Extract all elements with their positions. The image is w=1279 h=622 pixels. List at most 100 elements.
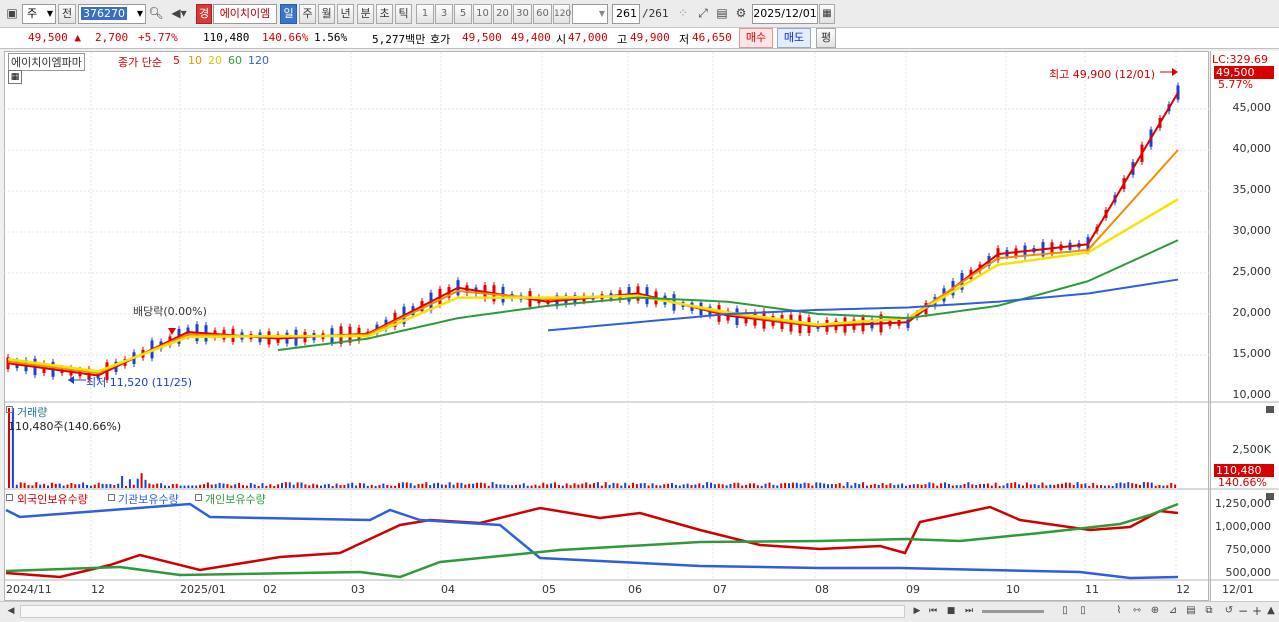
volume-bar (971, 484, 974, 488)
volume-bar (288, 482, 291, 488)
volume-bar (132, 484, 135, 488)
volume-bar (807, 483, 810, 488)
ma10-label[interactable]: 10 (188, 54, 202, 67)
volume-bar (651, 483, 654, 488)
volume-bar (331, 485, 334, 488)
legend-foreign[interactable]: 외국인보유수량 (17, 491, 88, 507)
volume-bar (327, 483, 330, 488)
volume-bar (362, 483, 365, 488)
volume-bar (725, 485, 728, 488)
volume-bar (928, 482, 931, 488)
x-tick: 10 (1006, 583, 1020, 596)
volume-bar (409, 483, 412, 488)
volume-bar (203, 484, 205, 488)
x-tick: 12 (1176, 583, 1190, 596)
volume-bar (526, 485, 529, 488)
volume-bar (1092, 482, 1095, 488)
volume-bar (468, 483, 471, 488)
measure-icon[interactable]: ⊿ (1164, 602, 1182, 622)
volume-bar (444, 484, 447, 488)
volume-bar (639, 483, 642, 488)
ma20-label[interactable]: 20 (208, 54, 222, 67)
split-icon[interactable]: ▯ (1074, 602, 1092, 622)
chart-icon[interactable]: ⌇ (1110, 602, 1128, 622)
volume-bar (1018, 484, 1021, 488)
volume-bar (694, 484, 697, 488)
volume-bar (1068, 482, 1071, 488)
volume-bar (967, 482, 970, 488)
volume-bar (745, 484, 748, 488)
scroll-left-icon[interactable]: ◀ (2, 602, 20, 622)
pane-toggle[interactable] (6, 406, 13, 413)
pan-icon[interactable]: ⇿ (1128, 602, 1146, 622)
volume-bar (1166, 485, 1169, 488)
volume-bar (920, 484, 923, 488)
volume-bar (429, 485, 432, 488)
volume-bar (179, 485, 182, 488)
pane-toggle[interactable] (6, 494, 13, 501)
table-icon[interactable]: ▦ (8, 70, 22, 84)
volume-bar (296, 482, 299, 488)
volume-bar (944, 482, 946, 488)
rewind-icon[interactable]: ⏮ (924, 602, 942, 622)
volume-bar (862, 482, 865, 488)
horizontal-scrollbar[interactable] (20, 605, 905, 618)
ma-line-5 (7, 92, 1179, 377)
volume-bar (386, 484, 389, 488)
pane-toggle[interactable] (108, 494, 115, 501)
volume-bar (659, 485, 662, 488)
ma120-label[interactable]: 120 (248, 54, 269, 67)
layout-icon[interactable]: ▯ (1056, 602, 1074, 622)
volume-bar (760, 485, 763, 488)
volume-bar (1100, 485, 1102, 488)
ma5-label[interactable]: 5 (173, 54, 180, 67)
volume-bar (749, 483, 751, 488)
volume-bar (717, 483, 720, 488)
volume-bar (706, 482, 709, 488)
volume-bar (1139, 484, 1141, 488)
ma-label[interactable]: 종가 단순 (118, 54, 162, 70)
legend-individual[interactable]: 개인보유수량 (205, 491, 266, 507)
volume-bar (323, 484, 326, 488)
volume-bar (437, 482, 439, 488)
right-end-icon[interactable]: ▲ (1262, 602, 1279, 622)
holding-y-tick: 750,000 (1225, 543, 1272, 556)
copy-icon[interactable]: ⧉ (1200, 602, 1218, 622)
volume-bar (156, 483, 159, 488)
volume-bar (125, 485, 127, 488)
volume-bar (476, 482, 478, 488)
ma60-label[interactable]: 60 (228, 54, 242, 67)
volume-bar (834, 484, 837, 488)
volume-bar (398, 483, 400, 488)
stock-name-label: 에이치이엠파마 (8, 53, 85, 71)
high-note: 최고 49,900 (12/01) (1049, 68, 1156, 81)
stop-icon[interactable]: ■ (942, 602, 960, 622)
volume-bar (756, 485, 759, 488)
pane-close-icon[interactable] (1266, 406, 1274, 413)
volume-bar (1107, 485, 1110, 488)
volume-bar (43, 483, 46, 488)
volume-bar (15, 484, 18, 488)
volume-bar (421, 483, 424, 488)
zoom-icon[interactable]: ⊕ (1146, 602, 1164, 622)
save-icon[interactable]: ▤ (1182, 602, 1200, 622)
volume-bar (284, 482, 287, 488)
volume-bar (542, 482, 545, 488)
volume-bar (175, 483, 178, 488)
x-tick: 05 (542, 583, 556, 596)
volume-bar (448, 482, 451, 488)
volume-bar (647, 485, 650, 488)
x-tick: 02 (263, 583, 277, 596)
volume-bar (998, 485, 1001, 488)
volume-bar (737, 482, 740, 488)
volume-bar (113, 485, 116, 488)
legend-institution[interactable]: 기관보유수량 (118, 491, 179, 507)
volume-bar (1025, 482, 1028, 488)
fast-forward-icon[interactable]: ⏭ (960, 602, 978, 622)
zoom-slider[interactable] (982, 610, 1044, 613)
volume-bar (951, 485, 954, 488)
volume-bar (776, 485, 779, 488)
y-tick: 20,000 (1232, 306, 1272, 319)
volume-bar (70, 482, 73, 488)
pane-toggle[interactable] (195, 494, 202, 501)
